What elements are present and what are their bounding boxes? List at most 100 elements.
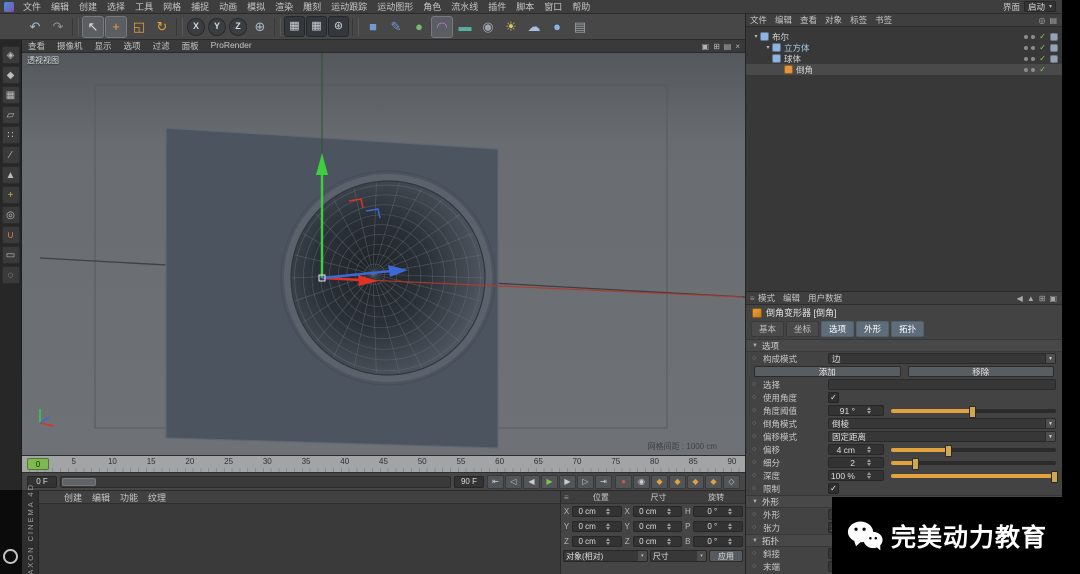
subdivision-slider[interactable] [891,461,1056,465]
make-editable-icon[interactable]: ◈ [2,46,20,64]
material-menu-item[interactable]: 纹理 [143,491,171,504]
spinner-icon[interactable] [597,523,621,530]
material-ball-icon[interactable]: ● [546,16,568,38]
scale-tool-icon[interactable]: ◱ [128,16,150,38]
nav-back-icon[interactable]: ◀ [1017,294,1023,303]
size-z-field[interactable]: 0 cm [633,536,683,547]
render-visibility-dot[interactable] [1031,57,1035,61]
enabled-check-icon[interactable]: ✓ [1039,66,1046,74]
menu-item[interactable]: 模拟 [242,0,270,13]
offset-mode-dropdown[interactable]: 固定距离▼ [828,431,1056,442]
timeline-ruler[interactable]: 0 051015202530354045505560657075808590 [22,455,745,472]
object-row[interactable]: ▾ 布尔 ✓ [746,31,1062,42]
position-z-field[interactable]: 0 cm [572,536,622,547]
search-icon[interactable]: ◎ [1038,16,1045,25]
selection-remove-button[interactable]: 移除 [908,366,1055,377]
anim-dot-icon[interactable]: ○ [752,381,760,388]
attribute-tab[interactable]: 外形 [856,321,889,337]
spinner-icon[interactable] [658,523,682,530]
menu-item[interactable]: 流水线 [446,0,483,13]
anim-dot-icon[interactable]: ○ [752,355,760,362]
anim-dot-icon[interactable]: ○ [752,472,760,479]
coord-mode-dropdown[interactable]: 对象(相对)▾ [563,550,648,562]
menu-item[interactable]: 运动跟踪 [326,0,372,13]
layer-panels-icon[interactable]: ▤ [569,16,591,38]
spinner-icon[interactable] [718,508,742,515]
render-visibility-dot[interactable] [1031,68,1035,72]
anim-dot-icon[interactable]: ○ [752,550,760,557]
menu-item[interactable]: 插件 [483,0,511,13]
size-mode-dropdown[interactable]: 尺寸▾ [650,550,707,562]
pane-quad-icon[interactable]: ⊞ [713,42,720,51]
object-manager-menu-item[interactable]: 查看 [796,14,821,26]
rotation-p-field[interactable]: 0 ° [693,521,743,532]
menu-item[interactable]: 雕刻 [298,0,326,13]
anim-dot-icon[interactable]: ○ [752,459,760,466]
attribute-tab[interactable]: 坐标 [786,321,819,337]
size-y-field[interactable]: 0 cm [633,521,683,532]
record-pla-button[interactable]: ◇ [723,475,740,489]
anim-dot-icon[interactable]: ○ [752,446,760,453]
render-picture-viewer-icon[interactable]: ▦ [306,16,327,37]
render-view-icon[interactable]: ▦ [284,16,305,37]
record-scale-button[interactable]: ◆ [669,475,686,489]
frame-slider-handle[interactable] [62,478,96,486]
autokey-button[interactable]: ◉ [633,475,650,489]
spinner-icon[interactable] [658,508,682,515]
primitive-cube-icon[interactable]: ■ [362,16,384,38]
enabled-check-icon[interactable]: ✓ [1039,33,1046,41]
position-x-field[interactable]: 0 cm [572,506,622,517]
anim-dot-icon[interactable]: ○ [752,420,760,427]
enabled-check-icon[interactable]: ✓ [1039,55,1046,63]
record-parameter-button[interactable]: ◆ [705,475,722,489]
view-label[interactable]: 透视视图 [27,55,59,66]
snapping-icon[interactable]: ∪ [2,226,20,244]
spinner-icon[interactable] [856,459,882,466]
record-rotation-button[interactable]: ◆ [687,475,704,489]
position-y-field[interactable]: 0 cm [572,521,622,532]
phong-tag-icon[interactable] [1050,44,1058,52]
attribute-tab[interactable]: 拓扑 [891,321,924,337]
record-position-button[interactable]: ◆ [651,475,668,489]
angle-threshold-field[interactable]: 91 ° [828,405,884,416]
viewport-menu-item[interactable]: 查看 [22,40,51,52]
render-settings-icon[interactable]: ⊛ [328,16,349,37]
editor-visibility-dot[interactable] [1024,68,1028,72]
angle-threshold-slider[interactable] [891,409,1056,413]
menu-item[interactable]: 网格 [158,0,186,13]
object-manager-menu-item[interactable]: 对象 [821,14,846,26]
pane-maximize-icon[interactable]: ▣ [702,42,710,51]
light-object-icon[interactable]: ☀ [500,16,522,38]
sky-object-icon[interactable]: ☁ [523,16,545,38]
render-visibility-dot[interactable] [1031,35,1035,39]
anim-dot-icon[interactable]: ○ [752,433,760,440]
bevel-mode-dropdown[interactable]: 倒棱▼ [828,418,1056,429]
render-visibility-dot[interactable] [1031,46,1035,50]
menu-item[interactable]: 捕捉 [186,0,214,13]
spinner-icon[interactable] [856,446,882,453]
frame-range-slider[interactable] [60,476,451,488]
anim-dot-icon[interactable]: ○ [752,394,760,401]
menu-item[interactable]: 创建 [74,0,102,13]
menu-item[interactable]: 文件 [18,0,46,13]
object-manager-menu-item[interactable]: 文件 [746,14,771,26]
spinner-icon[interactable] [718,538,742,545]
menu-item[interactable]: 帮助 [567,0,595,13]
layout-dropdown[interactable]: 启动▾ [1024,1,1056,12]
panel-grid-icon[interactable]: ⊞ [1039,294,1046,303]
menu-item[interactable]: 动画 [214,0,242,13]
spinner-icon[interactable] [856,472,882,479]
menu-item[interactable]: 窗口 [539,0,567,13]
model-mode-icon[interactable]: ◆ [2,66,20,84]
timeline-scrubber[interactable]: 0 [27,458,49,470]
editor-visibility-dot[interactable] [1024,35,1028,39]
composition-mode-dropdown[interactable]: 边▼ [828,353,1056,364]
menu-item[interactable]: 运动图形 [372,0,418,13]
anim-dot-icon[interactable]: ○ [752,485,760,492]
rotation-b-field[interactable]: 0 ° [693,536,743,547]
filter-icon[interactable]: ▤ [1049,16,1057,25]
floor-object-icon[interactable]: ▬ [454,16,476,38]
range-end-field[interactable]: 90 F [454,476,484,488]
object-row[interactable]: ▾ 立方体 ✓ [746,42,1062,53]
object-manager-menu-item[interactable]: 编辑 [771,14,796,26]
